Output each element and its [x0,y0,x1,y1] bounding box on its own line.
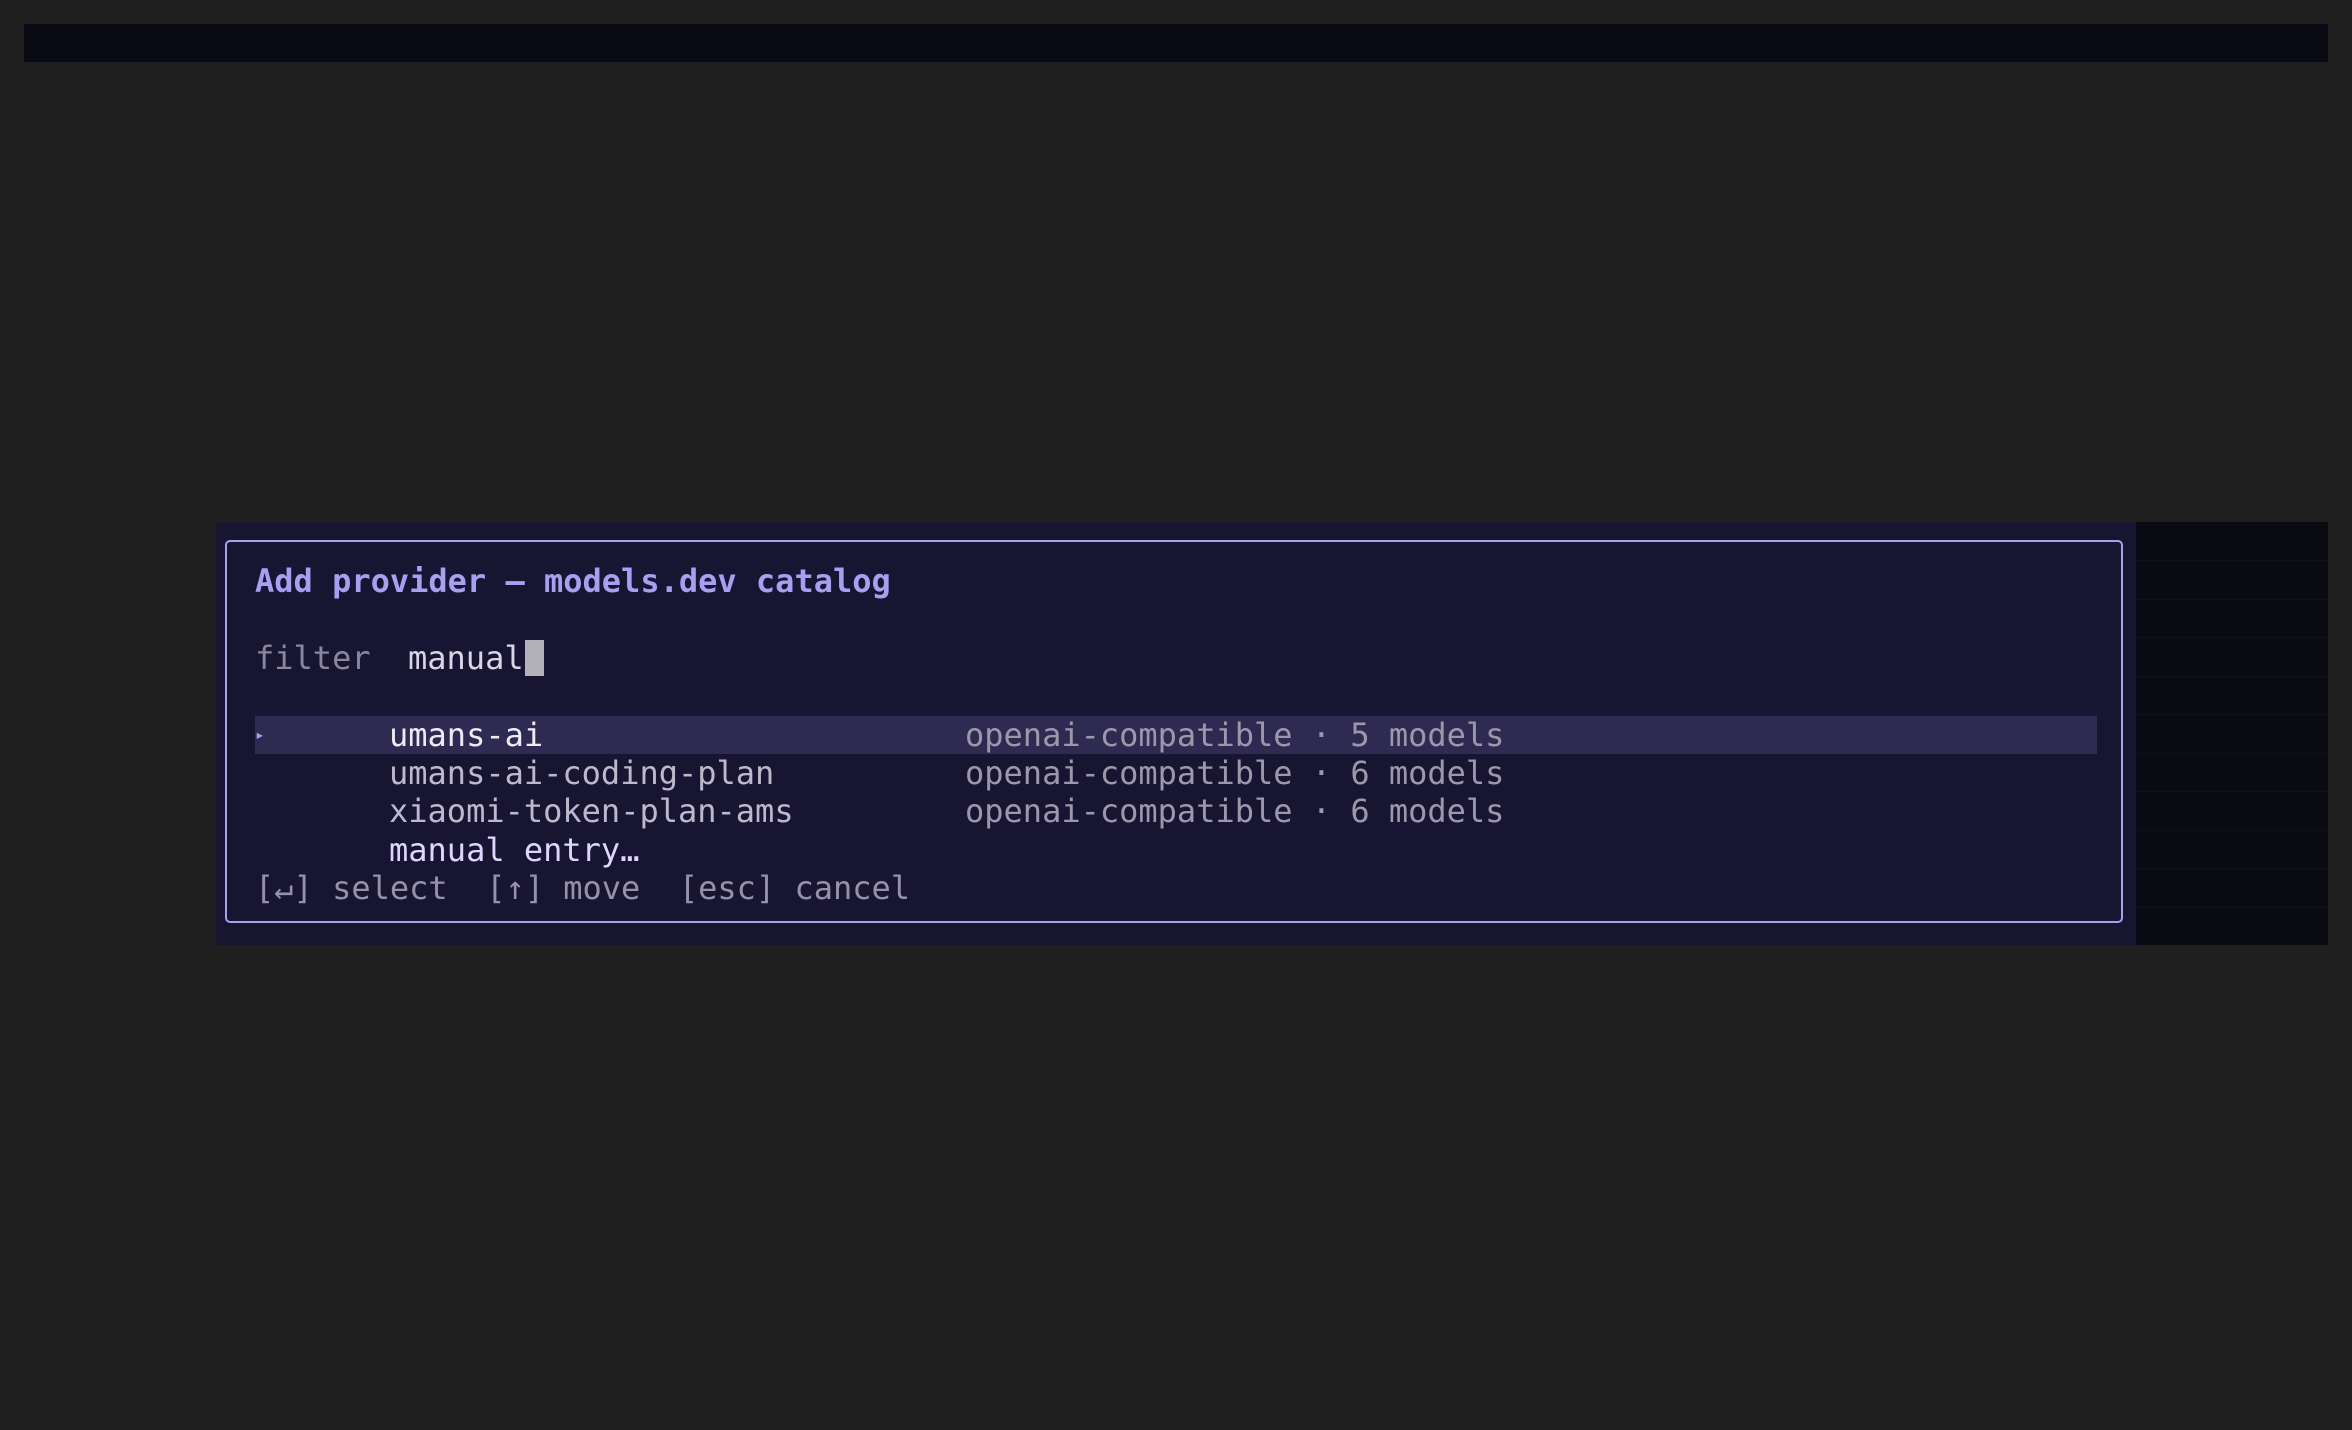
provider-meta: openai-compatible · 5 models [965,716,1505,754]
terminal-top-bar [24,24,2328,62]
text-cursor [524,640,544,676]
provider-name: xiaomi-token-plan-ams [389,792,794,830]
filter-input-value: manual [408,639,524,677]
manual-entry-label: manual entry… [389,831,640,869]
keyboard-help: [↵] select [↑] move [esc] cancel [255,869,911,907]
list-item[interactable]: umans-ai-coding-plan openai-compatible ·… [255,754,2097,792]
dialog-title: Add provider — models.dev catalog [255,562,891,600]
side-strip [2136,522,2328,945]
selected-marker-icon: ▸ [255,725,265,744]
add-provider-dialog: Add provider — models.dev catalog filter… [225,540,2123,923]
manual-entry-item[interactable]: manual entry… [255,831,2097,869]
provider-name: umans-ai [389,716,544,754]
provider-name: umans-ai-coding-plan [389,754,775,792]
filter-label: filter [255,639,371,677]
filter-input[interactable]: manual [408,639,544,677]
provider-meta: openai-compatible · 6 models [965,754,1505,792]
list-item[interactable]: ▸ umans-ai openai-compatible · 5 models [255,716,2097,754]
provider-meta: openai-compatible · 6 models [965,792,1505,830]
list-item[interactable]: xiaomi-token-plan-ams openai-compatible … [255,792,2097,830]
